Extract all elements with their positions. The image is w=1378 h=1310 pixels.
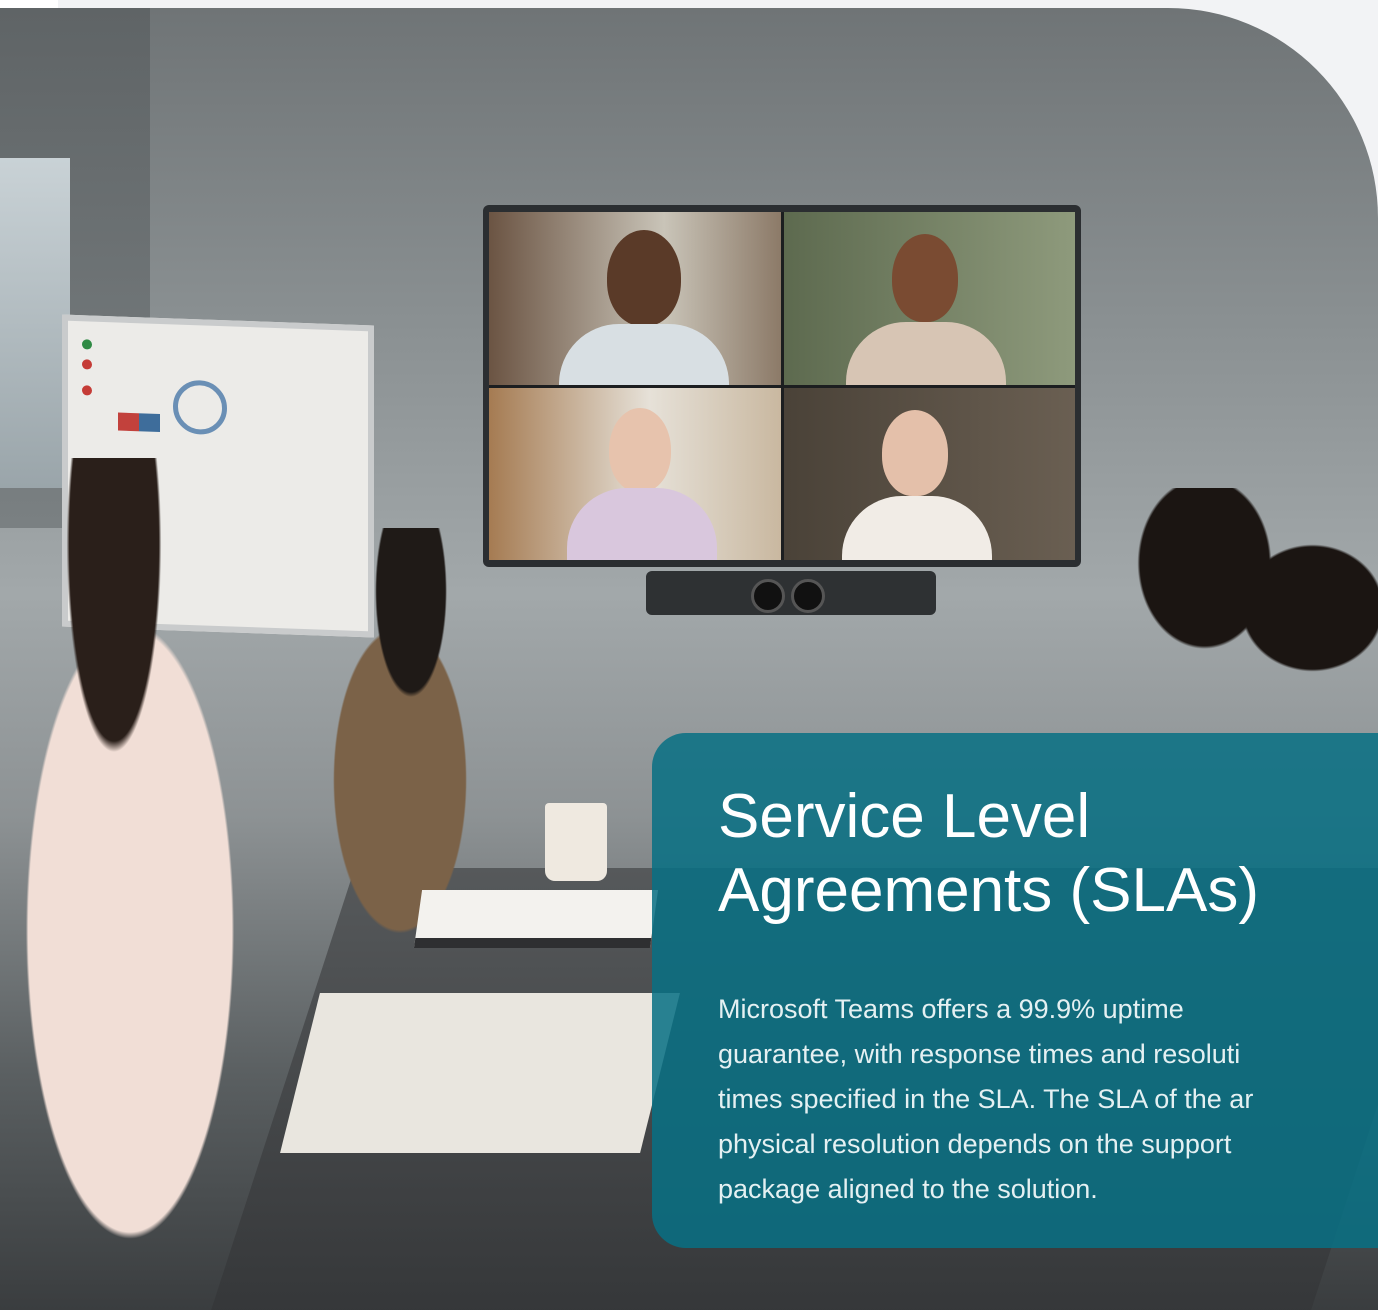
page-frame: Service Level Agreements (SLAs) Microsof… (0, 0, 1378, 1310)
overlay-clip: Service Level Agreements (SLAs) Microsof… (0, 0, 1378, 1310)
card-body-line: physical resolution depends on the suppo… (718, 1129, 1232, 1159)
card-body-line: times specified in the SLA. The SLA of t… (718, 1084, 1254, 1114)
card-title: Service Level Agreements (SLAs) (718, 780, 1259, 928)
card-body: Microsoft Teams offers a 99.9% uptime gu… (718, 987, 1253, 1212)
card-body-line: guarantee, with response times and resol… (718, 1039, 1241, 1069)
card-body-line: package aligned to the solution. (718, 1174, 1098, 1204)
card-title-line: Service Level (718, 782, 1091, 851)
card-body-line: Microsoft Teams offers a 99.9% uptime (718, 994, 1184, 1024)
card-title-line: Agreements (SLAs) (718, 856, 1259, 925)
